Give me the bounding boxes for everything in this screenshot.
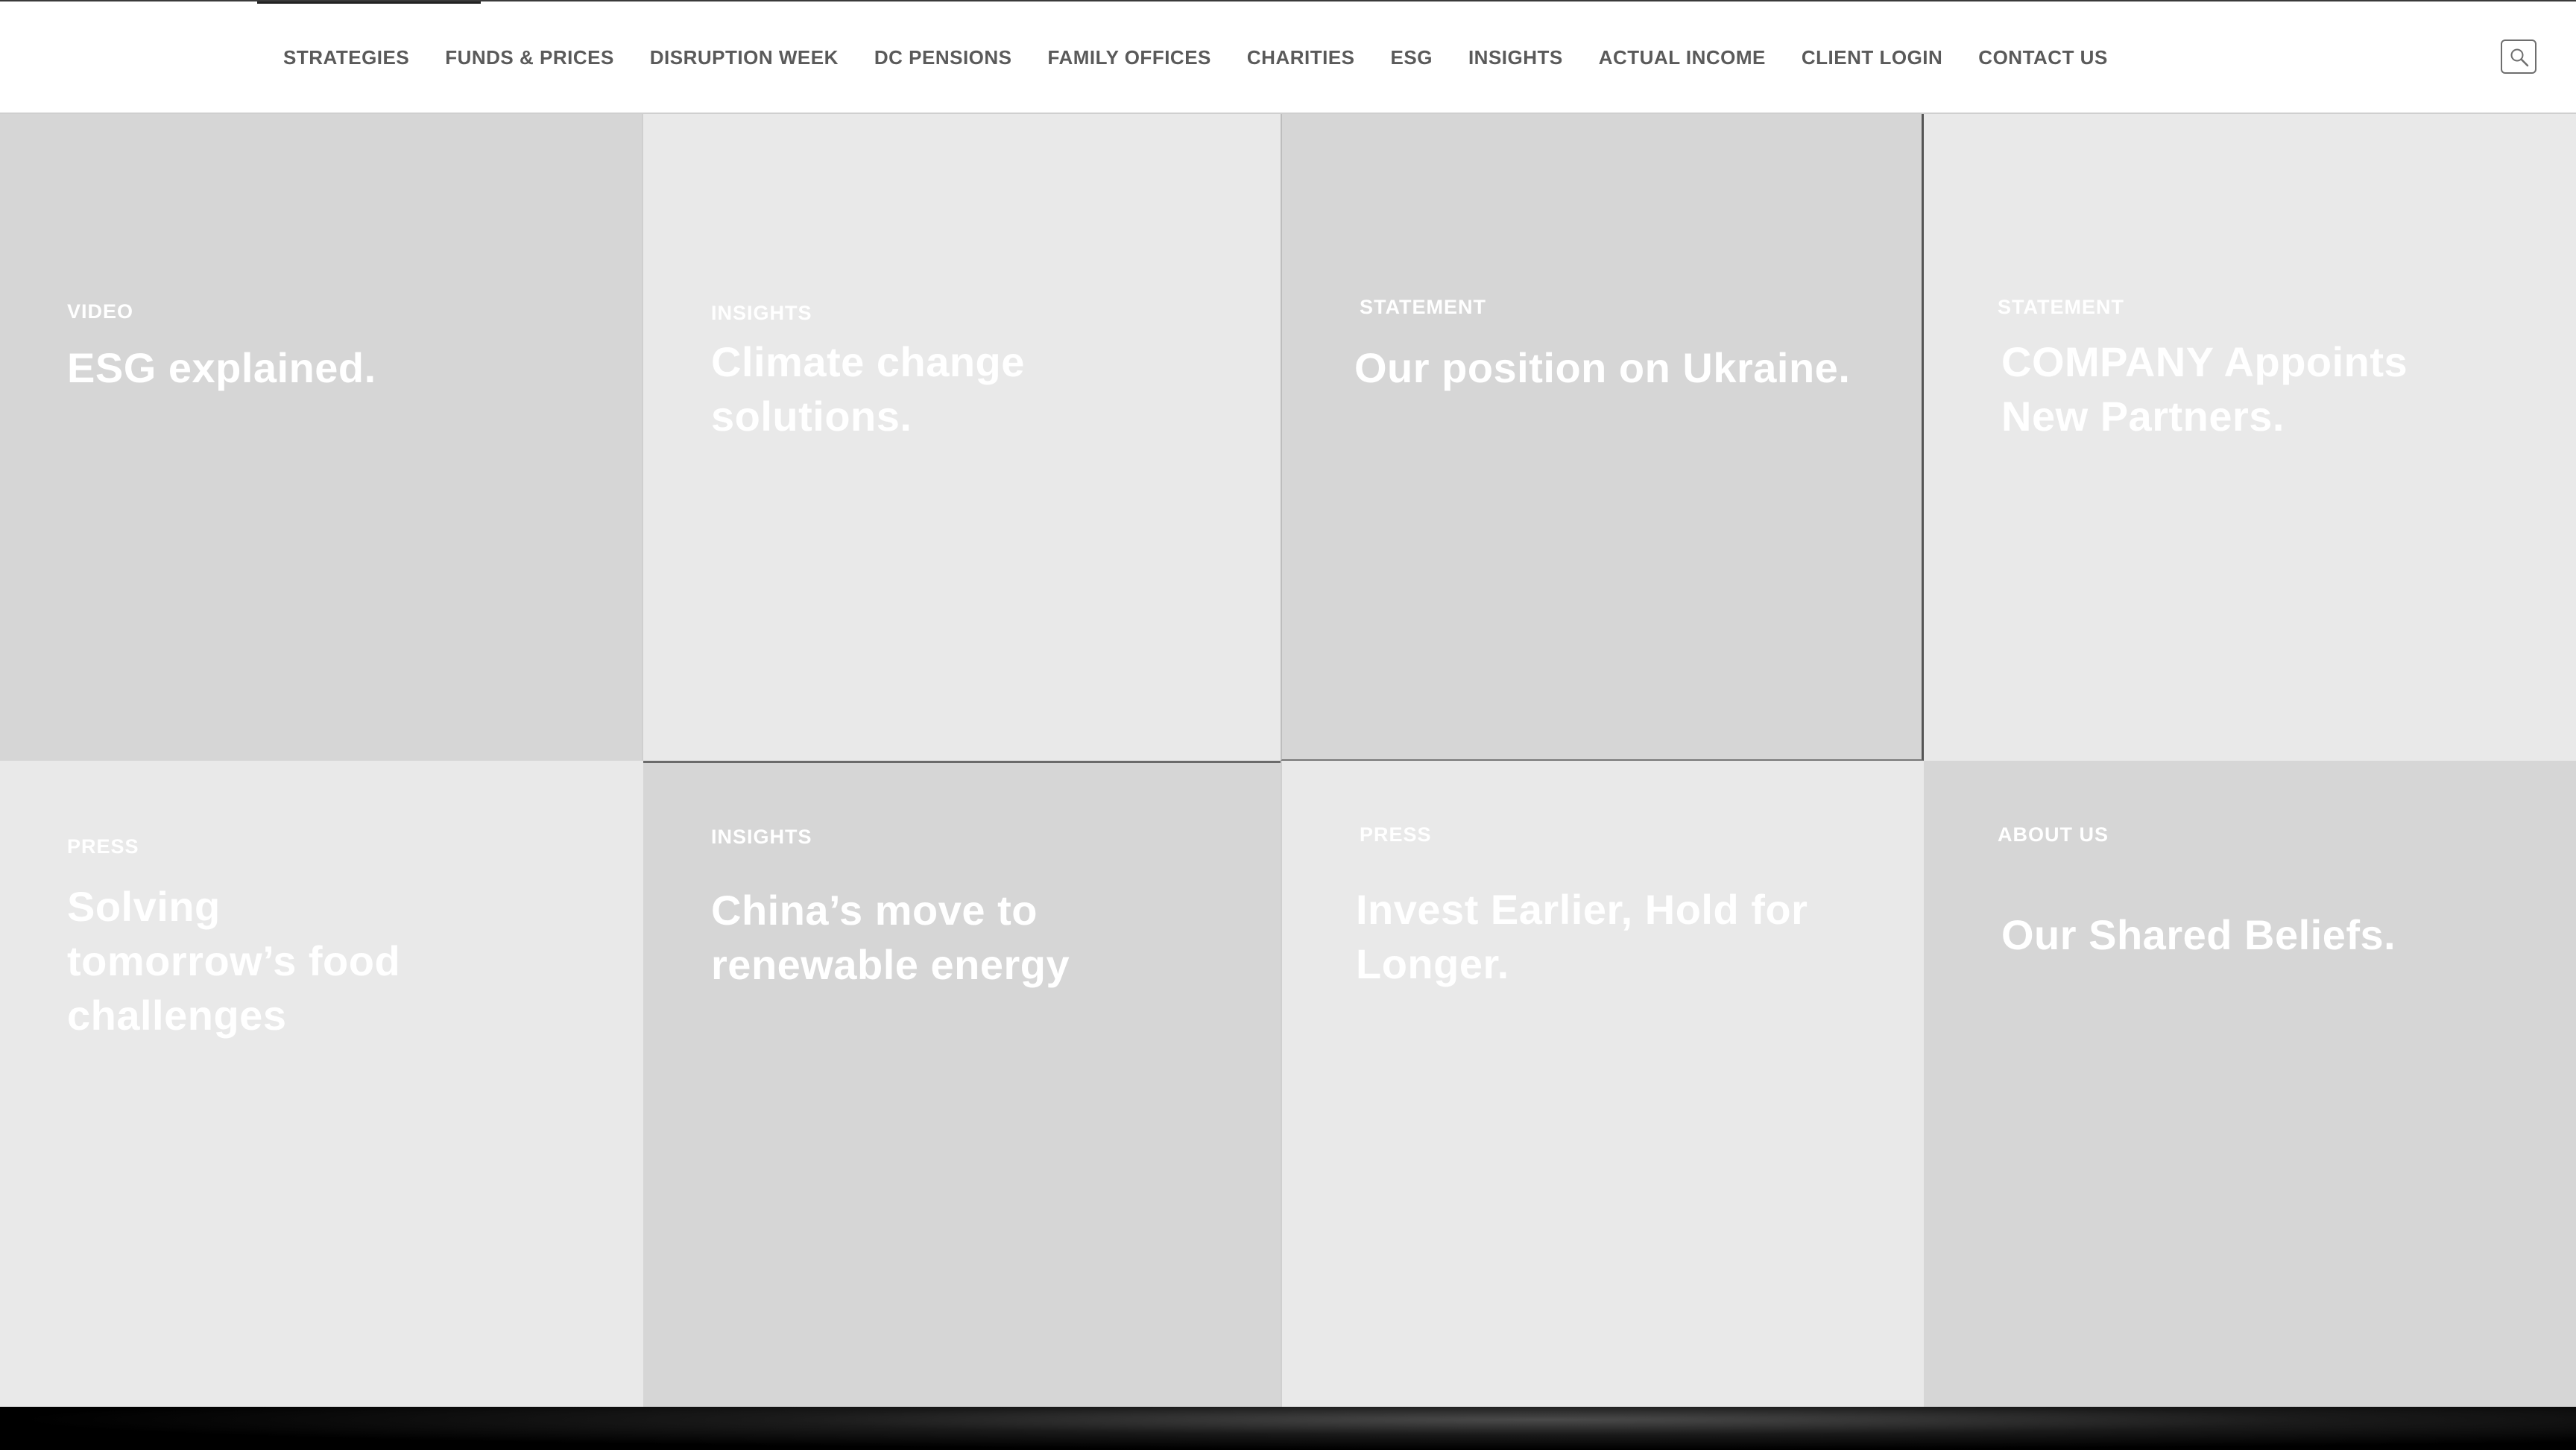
tile-title: COMPANY Appoints New Partners.: [2001, 338, 2408, 440]
nav-item-insights[interactable]: INSIGHTS: [1468, 46, 1563, 69]
tile-kicker: ABOUT US: [1998, 823, 2109, 846]
tile-kicker: STATEMENT: [1998, 296, 2124, 318]
tile-invest-earlier[interactable]: PRESS Invest Earlier, Hold for Longer.: [1281, 761, 1924, 1407]
tile-ukraine-position[interactable]: STATEMENT Our position on Ukraine.: [1281, 114, 1924, 761]
tile-kicker: VIDEO: [67, 300, 134, 323]
page: STRATEGIES FUNDS & PRICES DISRUPTION WEE…: [0, 0, 2576, 1450]
tile-food-challenges[interactable]: PRESS Solving tomorrow’s food challenges: [0, 761, 643, 1407]
tile-title: ESG explained.: [67, 344, 376, 391]
tile-shared-beliefs[interactable]: ABOUT US Our Shared Beliefs.: [1924, 761, 2576, 1407]
tile-title: Solving tomorrow’s food challenges: [67, 883, 401, 1039]
tile-kicker: STATEMENT: [1360, 296, 1486, 318]
tile-title: Climate change solutions.: [711, 338, 1025, 440]
header-accent-line: [257, 1, 481, 4]
tile-esg-explained[interactable]: VIDEO ESG explained.: [0, 114, 643, 761]
search-icon: [2510, 48, 2529, 67]
tile-kicker: PRESS: [1360, 823, 1432, 846]
nav-item-disruption-week[interactable]: DISRUPTION WEEK: [650, 46, 839, 69]
tile-climate-change[interactable]: INSIGHTS Climate change solutions.: [643, 114, 1281, 761]
nav-item-client-login[interactable]: CLIENT LOGIN: [1802, 46, 1942, 69]
nav-item-charities[interactable]: CHARITIES: [1247, 46, 1355, 69]
tile-kicker: INSIGHTS: [711, 826, 812, 848]
tile-china-renewables[interactable]: INSIGHTS China’s move to renewable energ…: [643, 761, 1281, 1407]
tile-title: Our Shared Beliefs.: [2001, 911, 2396, 958]
tile-title: China’s move to renewable energy: [711, 887, 1070, 988]
nav-item-strategies[interactable]: STRATEGIES: [283, 46, 409, 69]
tile-title: Our position on Ukraine.: [1354, 344, 1851, 391]
main-nav: STRATEGIES FUNDS & PRICES DISRUPTION WEE…: [283, 39, 2108, 76]
tile-new-partners[interactable]: STATEMENT COMPANY Appoints New Partners.: [1924, 114, 2576, 761]
tile-kicker: INSIGHTS: [711, 302, 812, 324]
tile-kicker: PRESS: [67, 835, 139, 858]
nav-item-dc-pensions[interactable]: DC PENSIONS: [874, 46, 1012, 69]
search-button[interactable]: [2501, 39, 2536, 74]
tile-title: Invest Earlier, Hold for Longer.: [1356, 886, 1808, 987]
nav-item-actual-income[interactable]: ACTUAL INCOME: [1599, 46, 1766, 69]
nav-item-esg[interactable]: ESG: [1391, 46, 1433, 69]
nav-item-funds-prices[interactable]: FUNDS & PRICES: [445, 46, 614, 69]
site-header: STRATEGIES FUNDS & PRICES DISRUPTION WEE…: [0, 0, 2576, 114]
nav-item-contact-us[interactable]: CONTACT US: [1978, 46, 2108, 69]
footer-bar: [0, 1407, 2576, 1450]
nav-item-family-offices[interactable]: FAMILY OFFICES: [1048, 46, 1211, 69]
